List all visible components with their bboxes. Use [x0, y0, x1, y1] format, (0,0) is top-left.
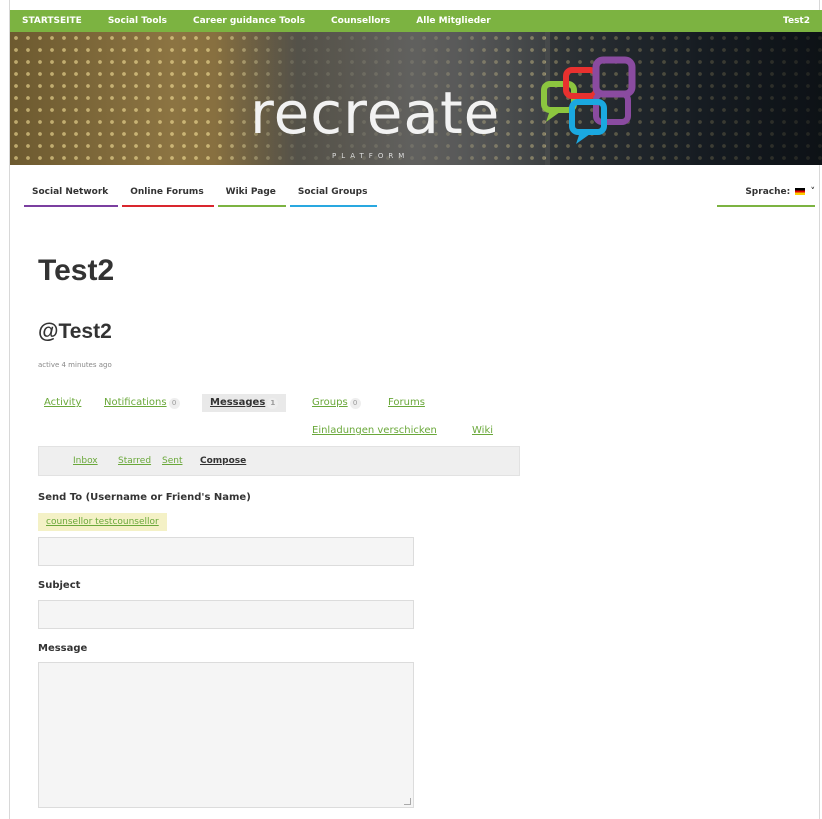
header-banner: recreate PLATFORM [10, 32, 822, 165]
resize-handle-icon[interactable] [404, 798, 411, 805]
notifications-count-badge: 0 [168, 398, 180, 409]
tab-groups[interactable]: Groups 0 [312, 397, 361, 409]
speech-bubbles-logo-icon [541, 56, 636, 144]
page-title: Test2 [38, 254, 115, 287]
tab-social-groups[interactable]: Social Groups [289, 187, 378, 207]
language-label: Sprache: [745, 187, 791, 197]
top-navigation-bar: STARTSEITE Social Tools Career guidance … [10, 10, 822, 32]
activity-status: active 4 minutes ago [38, 361, 112, 369]
subtab-inbox[interactable]: Inbox [73, 456, 98, 466]
messages-count-badge: 1 [267, 398, 279, 409]
tab-forums[interactable]: Forums [388, 397, 425, 408]
message-textarea[interactable] [39, 663, 413, 807]
subtab-sent[interactable]: Sent [162, 456, 182, 466]
recipient-token[interactable]: counsellor testcounsellor [38, 513, 167, 531]
subject-field[interactable] [38, 600, 414, 629]
german-flag-icon [795, 188, 806, 195]
send-to-input[interactable] [39, 538, 413, 565]
language-selector[interactable]: Sprache: ˅ [717, 187, 815, 207]
message-label: Message [38, 643, 88, 654]
nav-career-guidance-tools[interactable]: Career guidance Tools [180, 16, 318, 26]
send-to-field[interactable] [38, 537, 414, 566]
tab-online-forums[interactable]: Online Forums [122, 187, 214, 207]
site-logo-subtitle: PLATFORM [332, 152, 410, 160]
message-field[interactable] [38, 662, 414, 808]
tab-social-network[interactable]: Social Network [24, 187, 119, 207]
nav-social-tools[interactable]: Social Tools [95, 16, 180, 26]
site-logo-text[interactable]: recreate [250, 84, 500, 142]
section-tabs: Social Network Online Forums Wiki Page S… [24, 187, 381, 207]
chevron-down-icon: ˅ [810, 187, 816, 197]
tab-notifications-label: Notifications [104, 397, 167, 408]
subtab-starred[interactable]: Starred [118, 456, 151, 466]
send-to-label: Send To (Username or Friend's Name) [38, 492, 251, 503]
nav-counsellors[interactable]: Counsellors [318, 16, 403, 26]
tab-notifications[interactable]: Notifications 0 [104, 397, 180, 409]
nav-alle-mitglieder[interactable]: Alle Mitglieder [403, 16, 503, 26]
subject-input[interactable] [39, 601, 413, 628]
groups-count-badge: 0 [349, 398, 361, 409]
nav-startseite[interactable]: STARTSEITE [10, 16, 95, 26]
tab-groups-label: Groups [312, 397, 348, 408]
tab-invitations[interactable]: Einladungen verschicken [312, 425, 437, 436]
nav-user-account[interactable]: Test2 [770, 16, 822, 26]
tab-wiki[interactable]: Wiki [472, 425, 493, 436]
tab-messages[interactable]: Messages 1 [202, 394, 287, 412]
message-subtabs: Inbox Starred Sent Compose [38, 446, 520, 476]
subtab-compose[interactable]: Compose [200, 456, 246, 466]
tab-messages-label: Messages [210, 397, 266, 408]
user-handle: @Test2 [38, 320, 112, 343]
tab-wiki-page[interactable]: Wiki Page [217, 187, 286, 207]
subject-label: Subject [38, 580, 81, 591]
tab-activity[interactable]: Activity [44, 397, 81, 408]
